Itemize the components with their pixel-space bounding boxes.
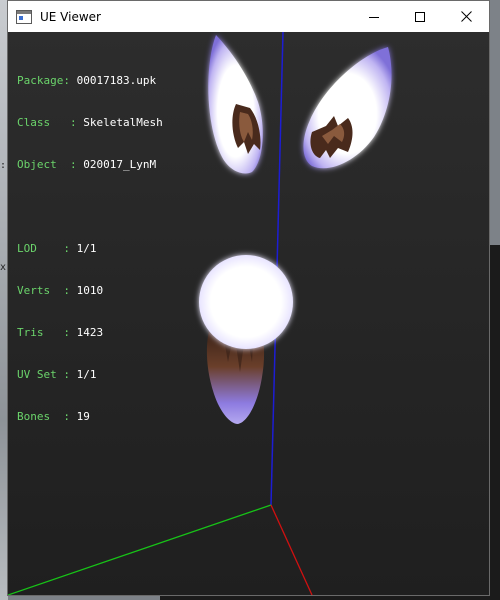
info-key: Package: [17, 74, 64, 87]
desktop-glyph: x: [0, 262, 7, 273]
minimize-icon: [369, 7, 379, 26]
info-separator: :: [36, 242, 77, 255]
info-value: 1423: [76, 326, 104, 339]
info-key: LOD: [17, 242, 37, 255]
mesh-info-panel: Package: 00017183.upk Class : SkeletalMe…: [17, 46, 163, 452]
right-ear-mesh: [303, 47, 392, 169]
info-key: Verts: [17, 284, 51, 297]
info-key: Tris: [17, 326, 44, 339]
ue-viewer-window[interactable]: UE Viewer Package: 00017183.upk Class: …: [7, 0, 490, 596]
tail-mesh: [199, 255, 293, 424]
info-row-object: Object : 020017_LynM: [17, 158, 163, 172]
axis-x-line: [270, 504, 313, 595]
info-row-uvset: UV Set : 1/1: [17, 368, 163, 382]
info-value: 1010: [76, 284, 104, 297]
tail-glow-ball: [199, 255, 293, 349]
info-row-lod: LOD : 1/1: [17, 242, 163, 256]
info-key: Class: [17, 116, 51, 129]
info-row-package: Package: 00017183.upk: [17, 74, 163, 88]
axis-y-line: [8, 504, 272, 595]
maximize-button[interactable]: [397, 1, 443, 32]
info-row-class: Class : SkeletalMesh: [17, 116, 163, 130]
info-separator: :: [50, 410, 77, 423]
title-bar[interactable]: UE Viewer: [8, 1, 489, 32]
left-ear-mesh: [208, 35, 263, 174]
info-key: Bones: [17, 410, 51, 423]
info-separator: :: [50, 284, 77, 297]
desktop-glyph: :: [0, 160, 7, 171]
info-spacer: [17, 200, 163, 214]
info-row-verts: Verts : 1010: [17, 284, 163, 298]
window-app-icon: [16, 9, 32, 24]
minimize-button[interactable]: [351, 1, 397, 32]
info-key: Object: [17, 158, 57, 171]
3d-viewport[interactable]: Package: 00017183.upk Class : SkeletalMe…: [8, 32, 489, 595]
info-separator: :: [43, 326, 77, 339]
info-separator: :: [56, 158, 84, 171]
info-row-bones: Bones : 19: [17, 410, 163, 424]
info-key: UV Set: [17, 368, 57, 381]
info-value: SkeletalMesh: [83, 116, 163, 129]
info-separator: :: [56, 368, 77, 381]
close-button[interactable]: [443, 1, 489, 32]
info-row-tris: Tris : 1423: [17, 326, 163, 340]
window-title: UE Viewer: [40, 9, 101, 24]
maximize-icon: [415, 7, 425, 26]
close-icon: [460, 7, 472, 26]
info-separator: :: [63, 74, 77, 87]
info-separator: :: [50, 116, 84, 129]
info-value: 1/1: [76, 242, 97, 255]
info-value: 020017_LynM: [83, 158, 157, 171]
info-value: 1/1: [76, 368, 97, 381]
info-value: 19: [76, 410, 90, 423]
background-console-window: [490, 245, 500, 600]
info-value: 00017183.upk: [76, 74, 157, 87]
